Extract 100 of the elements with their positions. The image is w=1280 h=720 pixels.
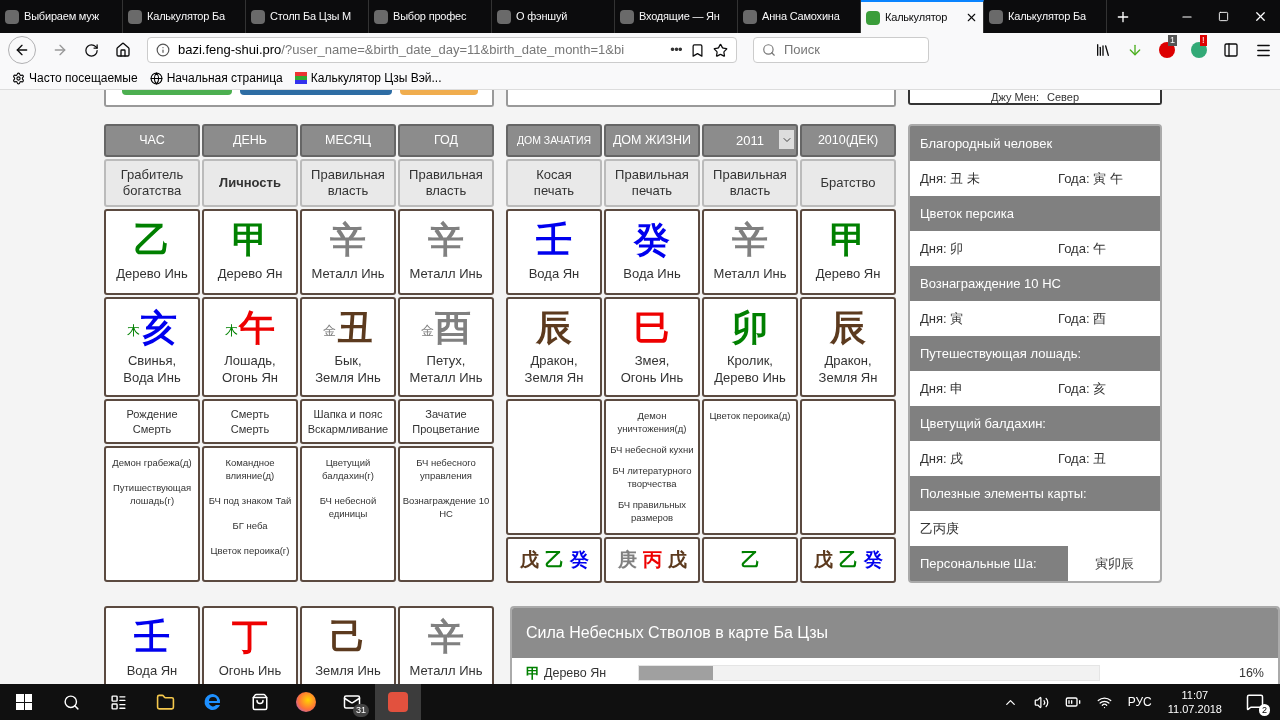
star-icon[interactable]	[713, 42, 728, 58]
stem-glyph: 己	[330, 617, 366, 658]
hidden-glyph: 金	[323, 321, 336, 340]
hidden-stem-glyph: 戊	[519, 547, 539, 572]
addon-badge: 1	[1168, 35, 1177, 46]
stem-glyph: 癸	[634, 220, 670, 261]
life-stage-cell: Шапка и пояс Вскармливание	[300, 399, 396, 444]
value-text: Север	[1047, 92, 1080, 103]
branch-glyph: 亥	[141, 308, 177, 348]
gear-icon	[12, 71, 25, 85]
life-stage-cell: Смерть Смерть	[202, 399, 298, 444]
wifi-icon[interactable]	[1096, 694, 1112, 710]
branch-label: Петух, Металл Инь	[409, 352, 483, 386]
hidden-stem-glyph: 戊	[813, 547, 833, 572]
stem-label: Металл Инь	[311, 265, 385, 284]
bookmark-link[interactable]: Калькулятор Цзы Вэй...	[310, 69, 442, 87]
search-icon	[762, 43, 776, 57]
day-value: Дня: 丑 未	[920, 169, 981, 188]
home-icon[interactable]	[115, 42, 131, 58]
star-name: Вознаграждение 10 НС	[402, 494, 490, 520]
star-name: Командное влияние(д)	[224, 456, 276, 482]
url-field[interactable]: bazi.feng-shui.pro/?user_name=&birth_date_day=11&birth_date_month=1&bi •••	[147, 37, 737, 63]
bookmark-link[interactable]: Начальная страница	[166, 69, 283, 87]
globe-icon	[149, 71, 163, 85]
close-icon[interactable]	[1253, 9, 1268, 24]
more-button[interactable]: •••	[670, 40, 682, 60]
reload-icon[interactable]	[84, 42, 99, 58]
hidden-stem-glyph: 庚	[617, 547, 637, 572]
ten-god-cell: Грабитель богатства	[104, 159, 200, 207]
hidden-stem-glyph: 癸	[569, 547, 589, 572]
branch-label: Свинья, Вода Инь	[123, 352, 181, 386]
stem-glyph: 辛	[732, 220, 768, 261]
notifications-icon[interactable]	[1246, 693, 1264, 711]
stem-label: Огонь Инь	[218, 662, 282, 681]
app-icon[interactable]	[375, 684, 421, 720]
favicon-icon	[743, 9, 757, 24]
clock[interactable]: 11:07 11.07.2018	[1167, 688, 1222, 716]
hidden-glyph: 木	[127, 321, 140, 340]
star-name: БГ неба	[232, 519, 268, 532]
column-header: ГОД	[398, 124, 494, 157]
browser-tab[interactable]: Калькулятор	[861, 0, 984, 33]
stem-label: Земля Инь	[315, 662, 381, 681]
library-icon[interactable]	[1095, 42, 1111, 58]
search-field[interactable]: Поиск	[753, 37, 929, 63]
info-icon[interactable]	[156, 43, 170, 57]
ten-god-cell: Правильная печать	[604, 159, 700, 207]
search-icon[interactable]	[63, 693, 80, 711]
battery-icon[interactable]	[1064, 694, 1081, 710]
sidebar-icon[interactable]	[1223, 42, 1239, 58]
hidden-stem-glyph: 丙	[642, 547, 662, 572]
task-view-icon[interactable]	[110, 693, 127, 711]
star-name: БЧ литературного творчества	[611, 464, 693, 490]
row-label: Дерево Ян	[544, 664, 608, 682]
star-name: Цветущий балдахин(г)	[321, 456, 375, 482]
addon-icon[interactable]	[1191, 42, 1207, 58]
hidden-stem-glyph: 癸	[863, 547, 883, 572]
close-icon[interactable]	[965, 11, 978, 24]
browser-icon[interactable]	[203, 692, 223, 712]
branch-glyph: 酉	[435, 308, 471, 348]
star-name: Путишествующая лошадь(г)	[111, 481, 193, 507]
branch-label: Дракон, Земля Ян	[524, 352, 584, 386]
favicon-icon	[989, 9, 1003, 24]
hidden-stem-glyph: 乙	[838, 547, 858, 572]
ten-god-cell: Косая печать	[506, 159, 602, 207]
column-header: ЧАС	[104, 124, 200, 157]
life-stage-cell: Рождение Смерть	[104, 399, 200, 444]
stem-label: Вода Инь	[623, 265, 681, 284]
star-name: Демон грабежа(д)	[112, 456, 192, 469]
favicon-icon	[294, 72, 307, 84]
favicon-icon	[374, 9, 388, 24]
forward-icon[interactable]	[52, 42, 68, 58]
year-value: Года: 午	[1058, 239, 1107, 258]
stem-label: Дерево Ян	[217, 265, 283, 284]
branch-glyph: 巳	[634, 308, 670, 348]
folder-icon[interactable]	[156, 692, 175, 712]
favicon-icon	[497, 9, 511, 24]
maximize-icon[interactable]	[1218, 11, 1229, 22]
day-value: Дня: 戌	[920, 449, 965, 468]
year-value: Года: 丑	[1058, 449, 1107, 468]
stem-glyph: 壬	[134, 617, 170, 658]
mail-badge: 31	[353, 704, 369, 717]
star-name: БЧ правильных размеров	[616, 498, 688, 524]
language-indicator[interactable]: РУС	[1127, 693, 1152, 711]
download-icon[interactable]	[1127, 42, 1143, 58]
column-header: ДОМ ЖИЗНИ	[604, 124, 700, 157]
store-icon[interactable]	[251, 693, 269, 711]
addon-badge: !	[1200, 35, 1207, 46]
branch-label: Бык, Земля Инь	[315, 352, 381, 386]
volume-icon[interactable]	[1033, 694, 1049, 710]
stem-glyph: 辛	[428, 617, 464, 658]
addon-icon[interactable]	[1159, 42, 1175, 58]
hidden-stem-glyph: 戊	[667, 547, 687, 572]
star-name: Демон уничтожения(д)	[616, 409, 688, 435]
stem-label: Металл Инь	[713, 265, 787, 284]
branch-glyph: 午	[239, 308, 275, 348]
ten-god-cell: Правильная власть	[300, 159, 396, 207]
life-stage-cell: Зачатие Процветание	[398, 399, 494, 444]
bookmark-link[interactable]: Часто посещаемые	[29, 69, 138, 87]
stem-label: Металл Инь	[409, 662, 483, 681]
branch-glyph: 辰	[830, 308, 866, 348]
